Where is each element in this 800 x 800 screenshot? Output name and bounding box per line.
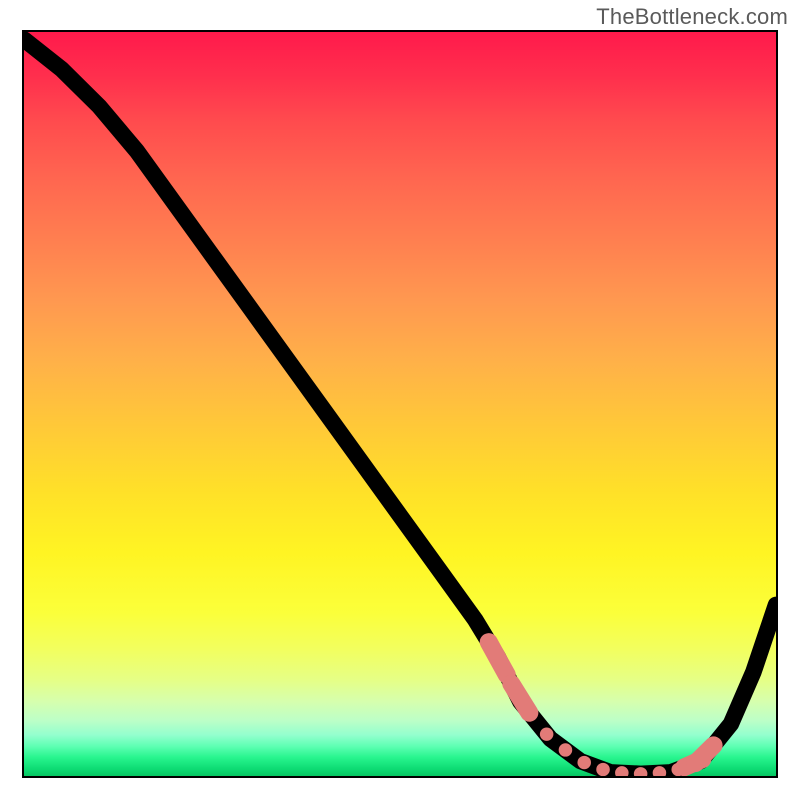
curve-dot (577, 756, 591, 769)
watermark-text: TheBottleneck.com (596, 4, 788, 30)
curve-dot-capsule (696, 745, 714, 763)
curve-dot (540, 727, 554, 740)
curve-dot-capsule (489, 642, 507, 675)
curve-svg (24, 32, 776, 776)
curve-dot-capsule (511, 684, 529, 713)
bottleneck-curve (24, 39, 776, 773)
curve-dot (559, 743, 573, 756)
curve-dots (489, 642, 714, 776)
chart-container: { "watermark": "TheBottleneck.com", "cha… (0, 0, 800, 800)
curve-dot (596, 763, 610, 776)
plot-area (22, 30, 778, 778)
